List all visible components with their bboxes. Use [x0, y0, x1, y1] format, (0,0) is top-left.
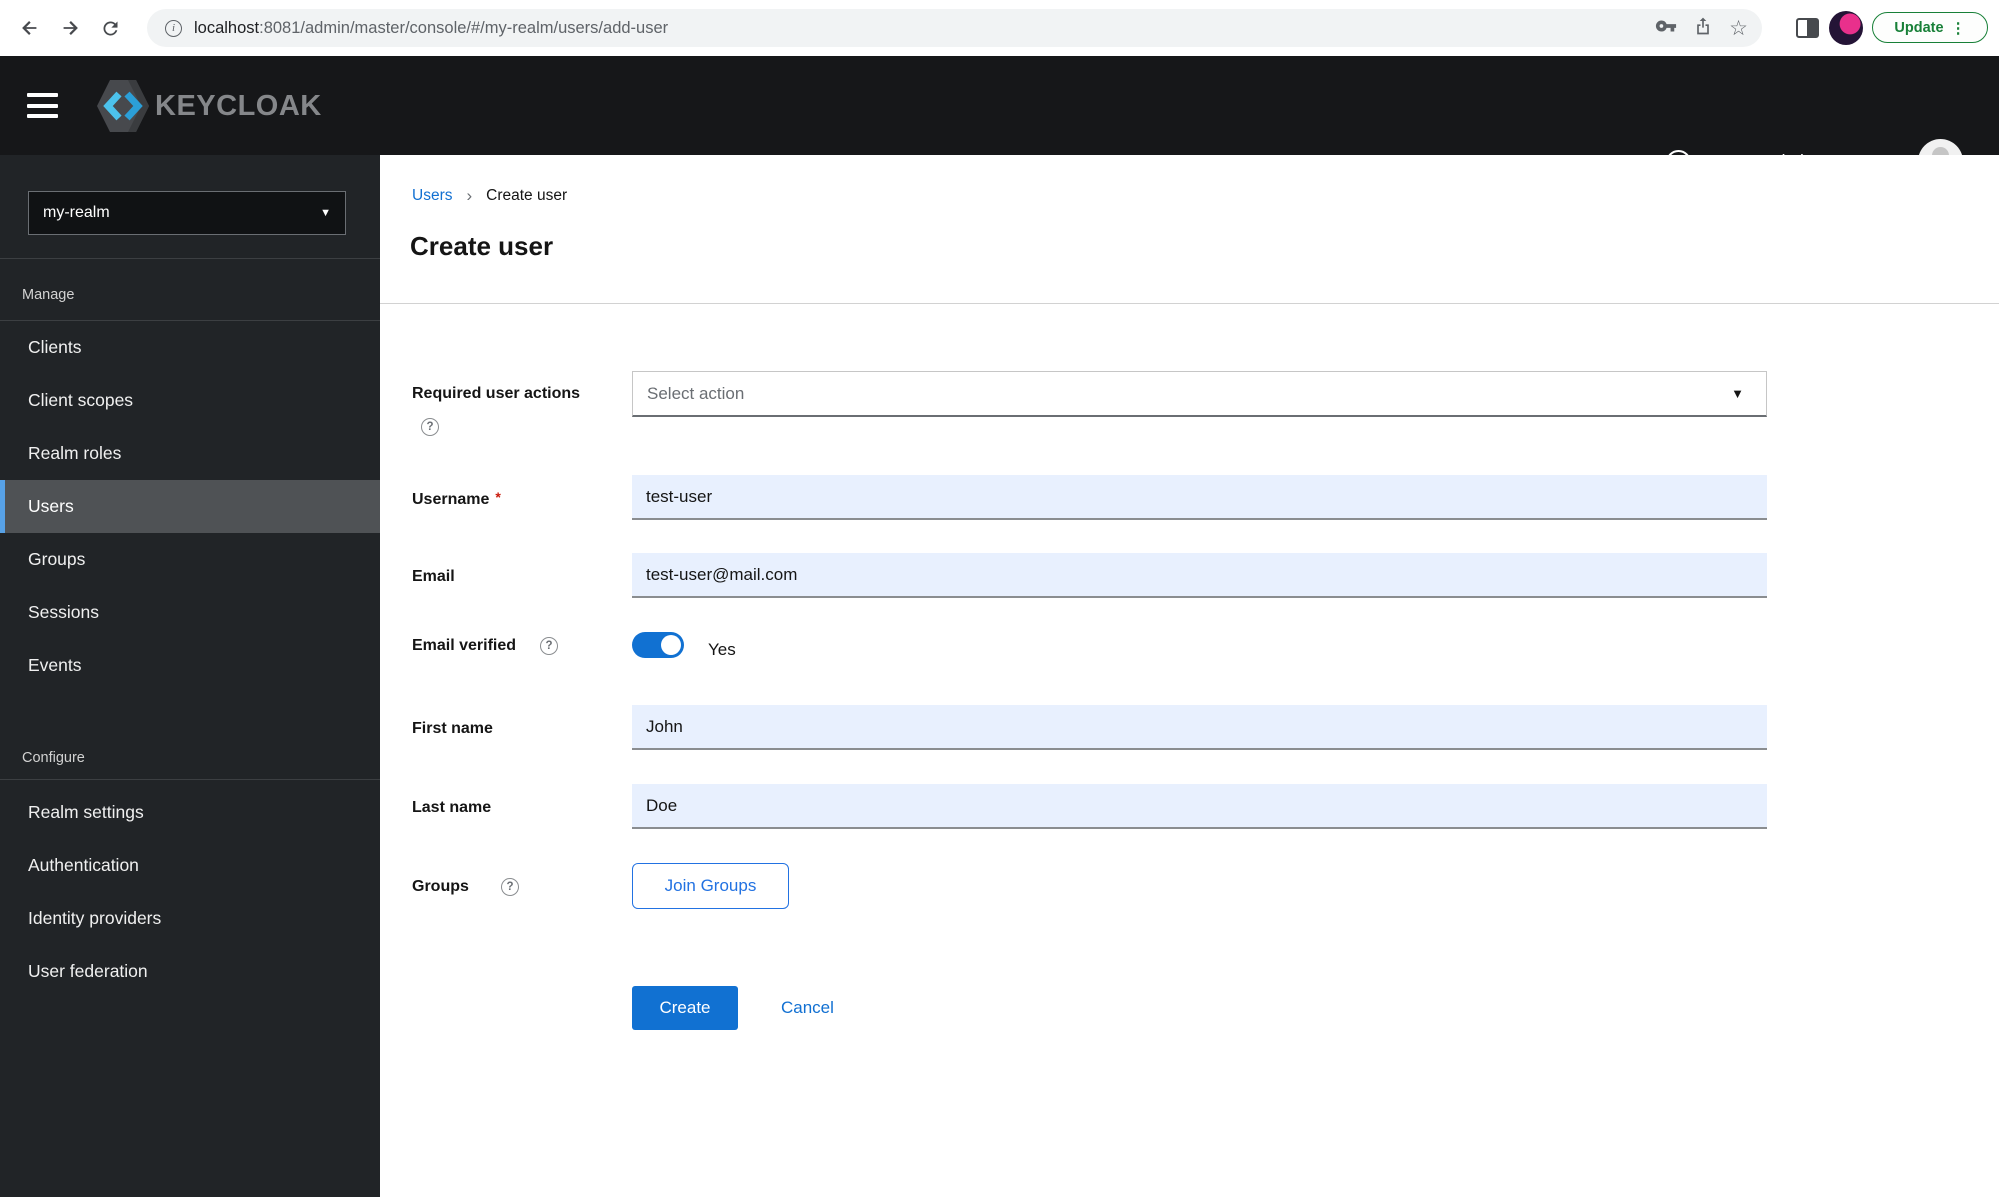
- breadcrumb-current: Create user: [486, 187, 568, 204]
- select-caret-icon: ▼: [1731, 386, 1744, 401]
- back-icon[interactable]: [16, 14, 44, 42]
- email-verified-help-icon[interactable]: ?: [540, 637, 558, 655]
- realm-selector[interactable]: my-realm ▼: [28, 191, 346, 235]
- create-button[interactable]: Create: [632, 986, 738, 1030]
- bookmark-star-icon[interactable]: ☆: [1729, 18, 1748, 39]
- last-name-label: Last name: [412, 799, 492, 816]
- sidebar: my-realm ▼ Manage Clients Client scopes …: [0, 155, 380, 1197]
- configure-nav-list: Realm settings Authentication Identity p…: [0, 786, 380, 998]
- keycloak-brand[interactable]: KEYCLOAK: [95, 77, 322, 135]
- breadcrumb: Users › Create user: [412, 186, 567, 206]
- address-bar-icons: ☆: [1655, 9, 1748, 47]
- keycloak-admin-console: i localhost:8081/admin/master/console/#/…: [0, 0, 1999, 1197]
- email-verified-state: Yes: [708, 640, 736, 659]
- manage-nav-list: Clients Client scopes Realm roles Users …: [0, 321, 380, 692]
- side-panel-icon[interactable]: [1796, 18, 1819, 38]
- email-input[interactable]: [632, 553, 1767, 598]
- join-groups-button[interactable]: Join Groups: [632, 863, 789, 909]
- required-asterisk: *: [495, 489, 501, 505]
- sidebar-item-groups[interactable]: Groups: [0, 533, 380, 586]
- groups-label: Groups: [412, 878, 469, 895]
- chrome-update-button[interactable]: Update ⋮: [1872, 12, 1988, 43]
- username-label: Username *: [412, 489, 501, 508]
- breadcrumb-users-link[interactable]: Users: [412, 187, 452, 205]
- breadcrumb-chevron-icon: ›: [466, 186, 473, 205]
- browser-profile-avatar[interactable]: [1829, 11, 1863, 45]
- password-key-icon[interactable]: [1655, 15, 1677, 42]
- sidebar-item-realm-roles[interactable]: Realm roles: [0, 427, 380, 480]
- sidebar-item-identity-providers[interactable]: Identity providers: [0, 892, 380, 945]
- sidebar-item-authentication[interactable]: Authentication: [0, 839, 380, 892]
- browser-menu-icon[interactable]: ⋮: [1951, 19, 1966, 37]
- email-verified-toggle[interactable]: [632, 632, 684, 658]
- sidebar-item-user-federation[interactable]: User federation: [0, 945, 380, 998]
- required-user-actions-help-icon[interactable]: ?: [421, 418, 439, 436]
- sidebar-section-manage: Manage: [22, 287, 75, 303]
- nav-toggle-hamburger-icon[interactable]: [27, 93, 58, 118]
- url-text: localhost:8081/admin/master/console/#/my…: [194, 18, 669, 37]
- sidebar-item-sessions[interactable]: Sessions: [0, 586, 380, 639]
- sidebar-section-configure: Configure: [22, 750, 85, 766]
- first-name-input[interactable]: [632, 705, 1767, 750]
- toggle-knob: [661, 635, 681, 655]
- site-info-icon[interactable]: i: [165, 19, 182, 37]
- main-content: Users › Create user Create user Required…: [380, 155, 1999, 1197]
- realm-selector-caret-icon: ▼: [320, 207, 331, 219]
- page-title: Create user: [410, 231, 554, 261]
- email-verified-label: Email verified: [412, 637, 517, 654]
- cancel-link[interactable]: Cancel: [781, 998, 834, 1018]
- reload-icon[interactable]: [96, 14, 124, 42]
- forward-icon[interactable]: [56, 14, 84, 42]
- realm-selector-label: my-realm: [43, 204, 110, 221]
- sidebar-item-events[interactable]: Events: [0, 639, 380, 692]
- sidebar-item-clients[interactable]: Clients: [0, 321, 380, 374]
- last-name-input[interactable]: [632, 784, 1767, 829]
- username-input[interactable]: [632, 475, 1767, 520]
- title-divider: [380, 303, 1999, 304]
- groups-help-icon[interactable]: ?: [501, 878, 519, 896]
- share-icon[interactable]: [1693, 16, 1713, 41]
- sidebar-item-client-scopes[interactable]: Client scopes: [0, 374, 380, 427]
- sidebar-item-users[interactable]: Users: [0, 480, 380, 533]
- sidebar-divider: [0, 258, 380, 259]
- email-label: Email: [412, 568, 455, 585]
- sidebar-divider: [0, 779, 380, 780]
- required-user-actions-select[interactable]: Select action ▼: [632, 371, 1767, 417]
- keycloak-brand-text: KEYCLOAK: [155, 89, 322, 122]
- sidebar-item-realm-settings[interactable]: Realm settings: [0, 786, 380, 839]
- chrome-update-label: Update: [1894, 19, 1944, 36]
- browser-toolbar: i localhost:8081/admin/master/console/#/…: [0, 0, 1999, 56]
- masthead: KEYCLOAK ? admin ▼: [0, 56, 1999, 184]
- select-placeholder: Select action: [647, 383, 745, 403]
- address-bar[interactable]: i localhost:8081/admin/master/console/#/…: [147, 9, 1762, 47]
- first-name-label: First name: [412, 720, 493, 737]
- required-user-actions-label: Required user actions: [412, 385, 581, 402]
- keycloak-logo-icon: [97, 80, 149, 132]
